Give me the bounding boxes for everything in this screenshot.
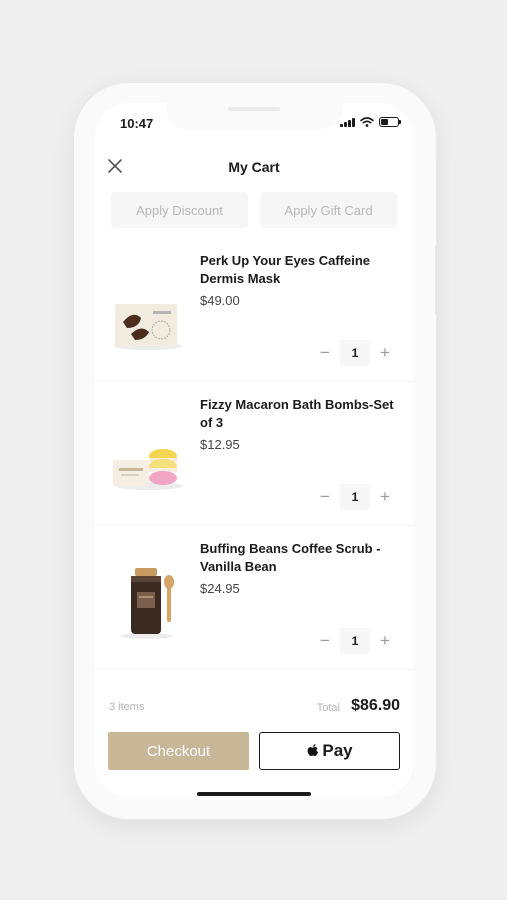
- wifi-icon: [360, 117, 374, 127]
- cart-item: Buffing Beans Coffee Scrub - Vanilla Bea…: [95, 526, 413, 670]
- product-image-bath-bombs[interactable]: [109, 408, 187, 498]
- total-value: $86.90: [351, 697, 400, 714]
- checkout-actions: Checkout Pay: [108, 732, 400, 770]
- cart-list: Perk Up Your Eyes Caffeine Dermis Mask $…: [95, 238, 413, 670]
- apple-pay-label: Pay: [322, 741, 353, 760]
- decrease-quantity-button[interactable]: −: [314, 630, 336, 652]
- phone-side-button: [70, 210, 74, 250]
- increase-quantity-button[interactable]: +: [374, 342, 396, 364]
- cart-header: My Cart: [95, 149, 413, 185]
- quantity-stepper: − 1 +: [314, 340, 396, 366]
- product-image-coffee-scrub[interactable]: [109, 552, 187, 642]
- decrease-quantity-button[interactable]: −: [314, 486, 336, 508]
- battery-icon: [379, 117, 401, 127]
- product-price: $49.00: [200, 293, 240, 308]
- quantity-stepper: − 1 +: [314, 484, 396, 510]
- checkout-button[interactable]: Checkout: [108, 732, 249, 770]
- promo-row: Apply Discount Apply Gift Card: [111, 192, 397, 228]
- page-title: My Cart: [228, 159, 280, 175]
- product-image-eye-mask[interactable]: [109, 264, 187, 354]
- status-icons: [340, 117, 401, 127]
- speaker: [228, 107, 280, 111]
- status-time: 10:47: [120, 116, 154, 131]
- apply-gift-card-button[interactable]: Apply Gift Card: [260, 192, 397, 228]
- product-price: $24.95: [200, 581, 240, 596]
- quantity-value[interactable]: 1: [340, 628, 370, 654]
- total-label: Total: [316, 702, 340, 714]
- product-name[interactable]: Buffing Beans Coffee Scrub - Vanilla Bea…: [200, 540, 395, 576]
- app-screen: 10:47 My Cart Apply Discount Apply Gift …: [95, 103, 413, 797]
- home-indicator[interactable]: [197, 792, 311, 796]
- cart-item: Perk Up Your Eyes Caffeine Dermis Mask $…: [95, 238, 413, 382]
- apple-logo-icon: [307, 744, 319, 756]
- apple-pay-button[interactable]: Pay: [259, 732, 400, 770]
- cart-summary: 3 items Total $86.90: [109, 696, 400, 718]
- quantity-stepper: − 1 +: [314, 628, 396, 654]
- quantity-value[interactable]: 1: [340, 484, 370, 510]
- increase-quantity-button[interactable]: +: [374, 630, 396, 652]
- product-price: $12.95: [200, 437, 240, 452]
- signal-icon: [340, 117, 355, 127]
- decrease-quantity-button[interactable]: −: [314, 342, 336, 364]
- product-name[interactable]: Perk Up Your Eyes Caffeine Dermis Mask: [200, 252, 395, 288]
- phone-side-button: [70, 265, 74, 315]
- items-count: 3 items: [109, 701, 145, 713]
- apply-discount-button[interactable]: Apply Discount: [111, 192, 248, 228]
- quantity-value[interactable]: 1: [340, 340, 370, 366]
- increase-quantity-button[interactable]: +: [374, 486, 396, 508]
- product-name[interactable]: Fizzy Macaron Bath Bombs-Set of 3: [200, 396, 395, 432]
- phone-side-button: [435, 245, 439, 315]
- cart-item: Fizzy Macaron Bath Bombs-Set of 3 $12.95…: [95, 382, 413, 526]
